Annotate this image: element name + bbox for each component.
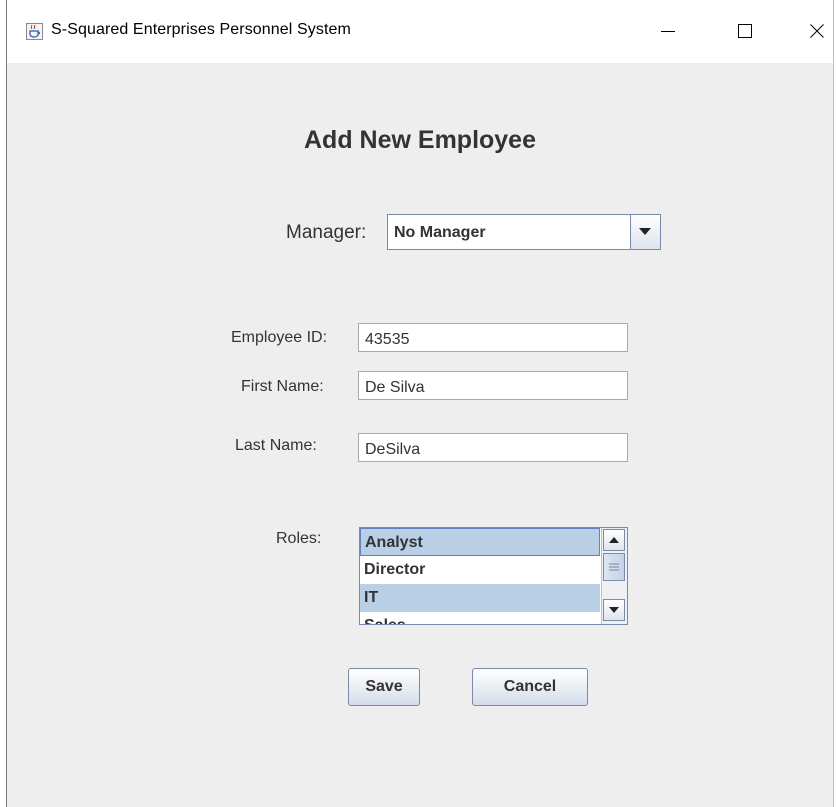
page-title: Add New Employee xyxy=(304,126,536,154)
window-title: S-Squared Enterprises Personnel System xyxy=(51,21,351,38)
title-bar[interactable]: S-Squared Enterprises Personnel System xyxy=(7,0,833,63)
scroll-down-button[interactable] xyxy=(603,599,625,621)
employee-id-field[interactable] xyxy=(358,323,628,352)
list-item-analyst[interactable]: Analyst xyxy=(360,528,600,556)
save-button[interactable]: Save xyxy=(348,668,420,706)
roles-list[interactable]: Analyst Director IT Sales xyxy=(359,527,628,625)
manager-dropdown-value: No Manager xyxy=(394,224,486,241)
chevron-up-icon xyxy=(609,537,619,543)
last-name-label: Last Name: xyxy=(235,437,317,454)
application-window: S-Squared Enterprises Personnel System A… xyxy=(6,0,834,807)
roles-label: Roles: xyxy=(276,530,322,547)
list-item-it[interactable]: IT xyxy=(360,584,600,612)
manager-label: Manager: xyxy=(286,222,367,243)
roles-list-items: Analyst Director IT Sales xyxy=(360,528,600,624)
scrollbar-thumb[interactable] xyxy=(603,553,625,581)
cancel-button[interactable]: Cancel xyxy=(472,668,588,706)
chevron-down-icon xyxy=(639,228,651,235)
close-button[interactable] xyxy=(802,14,832,48)
first-name-field[interactable] xyxy=(358,371,628,400)
employee-id-label: Employee ID: xyxy=(231,329,328,346)
list-item-sales[interactable]: Sales xyxy=(360,612,600,624)
last-name-field[interactable] xyxy=(358,433,628,462)
dropdown-arrow-button[interactable] xyxy=(630,215,660,249)
scroll-up-button[interactable] xyxy=(603,529,625,551)
chevron-down-icon xyxy=(609,607,619,613)
roles-scrollbar[interactable] xyxy=(601,528,627,624)
first-name-label: First Name: xyxy=(241,378,324,395)
list-item-director[interactable]: Director xyxy=(360,556,600,584)
minimize-button[interactable] xyxy=(653,14,683,48)
java-coffee-cup-icon xyxy=(26,23,43,40)
maximize-button[interactable] xyxy=(730,14,760,48)
manager-dropdown[interactable]: No Manager xyxy=(387,214,661,250)
grip-icon xyxy=(609,563,619,571)
